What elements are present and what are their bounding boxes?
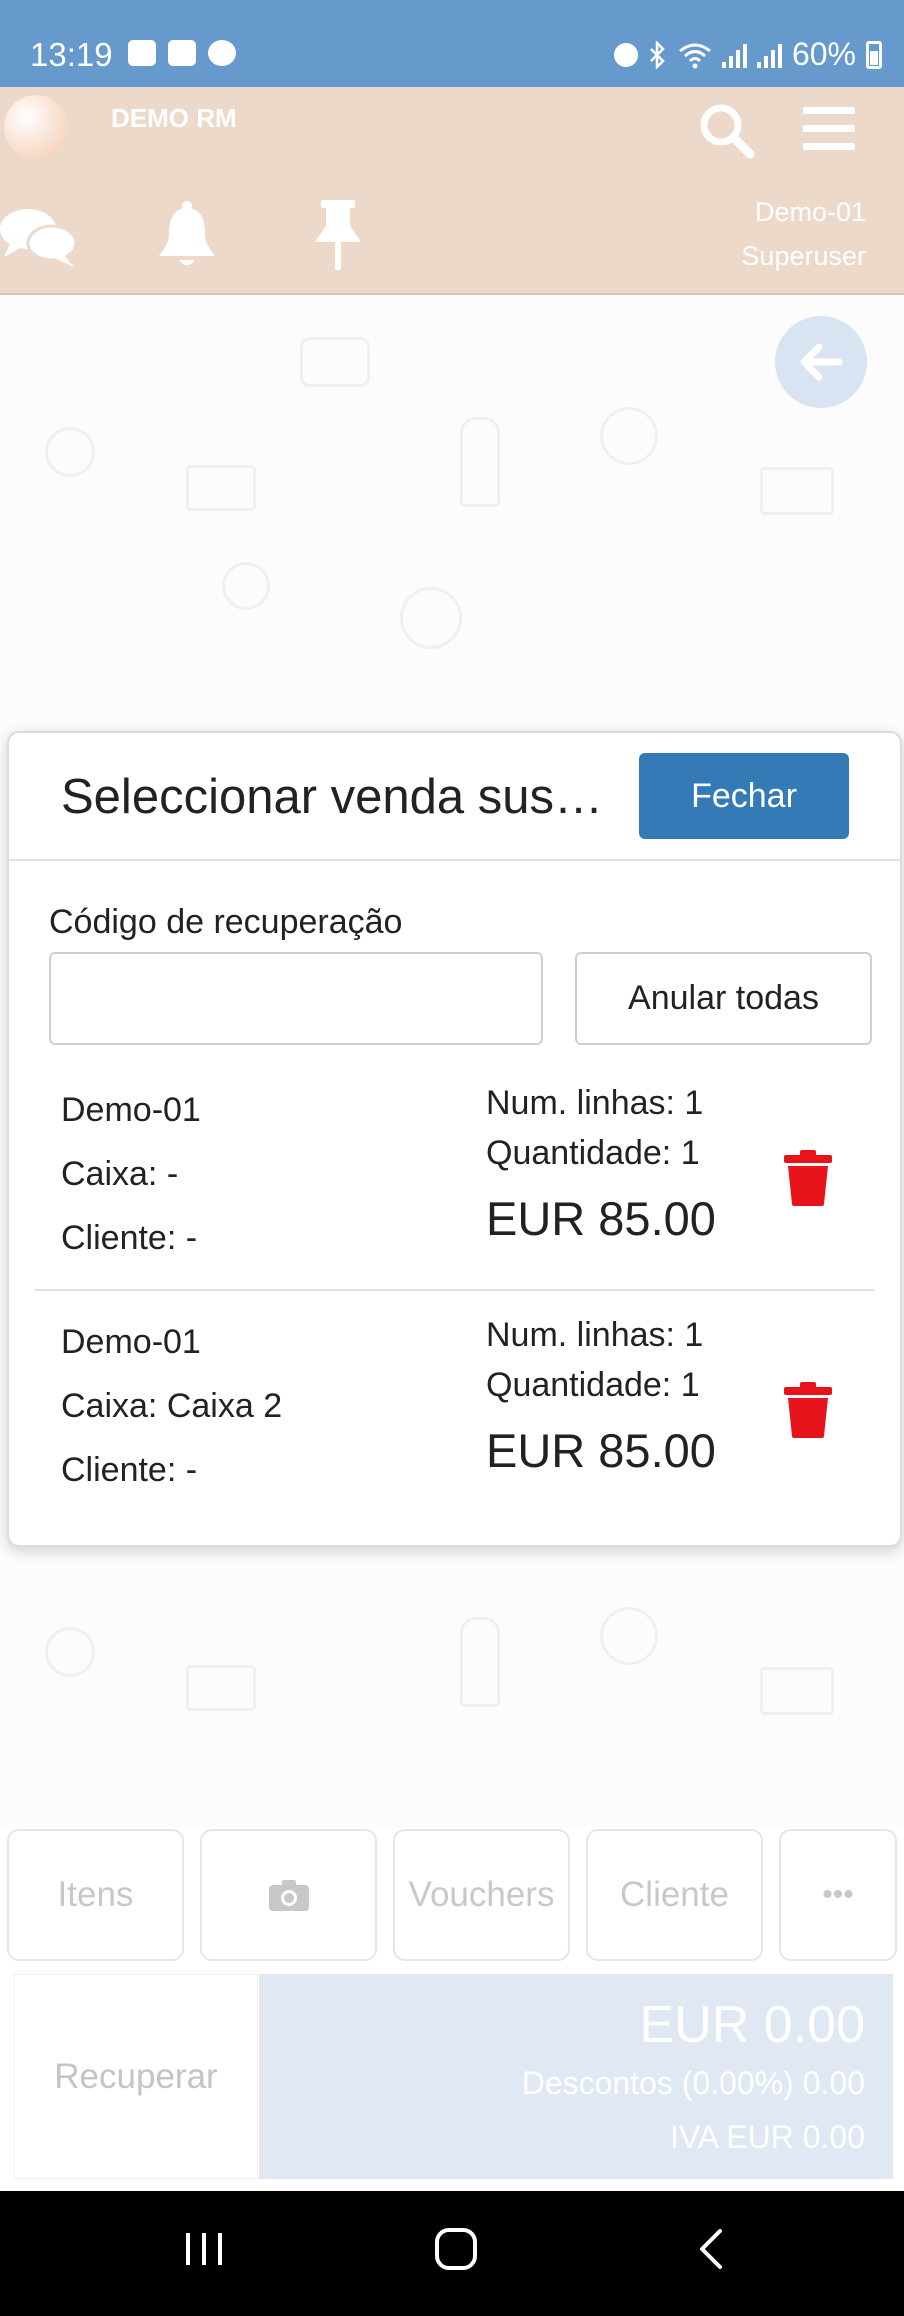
vouchers-button[interactable]: Vouchers: [393, 1829, 570, 1961]
back-button[interactable]: [775, 316, 867, 408]
wifi-icon: [679, 43, 711, 68]
status-bar: 13:19 60%: [0, 0, 904, 87]
sale-register: Caixa: Caixa 2: [61, 1387, 283, 1425]
sale-summary: Num. linhas: 1 Quantidade: 1 EUR 85.00: [486, 1310, 716, 1492]
total-amount: EUR 0.00: [639, 1996, 865, 2054]
sale-divider: [35, 1289, 874, 1291]
user-terminal: Demo-01: [754, 197, 866, 227]
alarm-icon: [613, 42, 638, 67]
status-time: 13:19: [30, 36, 113, 73]
youtube-icon: [168, 40, 196, 66]
sale-lines: Num. linhas: 1: [486, 1084, 704, 1122]
recovery-code-input[interactable]: [49, 952, 543, 1045]
sale-details: Demo-01 Caixa: Caixa 2 Cliente: -: [61, 1310, 282, 1502]
brand-name: DEMO RM: [111, 103, 237, 133]
user-role: Superuser: [741, 241, 866, 271]
home-icon[interactable]: [434, 2227, 478, 2271]
arrow-left-icon: [800, 343, 843, 381]
camera-icon: [268, 1880, 309, 1911]
recent-apps-icon[interactable]: [182, 2227, 226, 2271]
sale-client: Cliente: -: [61, 1219, 198, 1257]
sale-quantity: Quantidade: 1: [486, 1366, 700, 1404]
battery-icon: [866, 40, 882, 69]
back-nav-icon[interactable]: [690, 2227, 734, 2271]
suspended-sales-modal: Seleccionar venda suspensa Fechar Código…: [7, 731, 902, 1547]
sale-total: EUR 85.00: [486, 1424, 716, 1477]
gallery-icon: [128, 40, 156, 66]
cancel-all-button[interactable]: Anular todas: [575, 952, 872, 1045]
status-left-icons: [128, 40, 236, 66]
action-tabs: Itens Vouchers Cliente •••: [7, 1829, 897, 1961]
bell-icon[interactable]: [157, 200, 217, 270]
recover-button[interactable]: Recuperar: [14, 1974, 258, 2179]
sale-quantity: Quantidade: 1: [486, 1134, 700, 1172]
more-button[interactable]: •••: [779, 1829, 897, 1961]
client-button[interactable]: Cliente: [586, 1829, 763, 1961]
search-icon[interactable]: [697, 101, 755, 159]
totals-panel: EUR 0.00 Descontos (0.00%) 0.00 IVA EUR …: [259, 1974, 893, 2179]
sale-total: EUR 85.00: [486, 1192, 716, 1245]
chrome-icon: [208, 40, 236, 66]
sale-terminal: Demo-01: [61, 1091, 201, 1129]
items-button[interactable]: Itens: [7, 1829, 184, 1961]
trash-icon[interactable]: [784, 1150, 832, 1206]
app-header: DEMO RM Demo-01 Superuser: [0, 87, 904, 295]
recovery-code-label: Código de recuperação: [49, 903, 403, 941]
close-button[interactable]: Fechar: [639, 753, 849, 839]
chat-icon[interactable]: [0, 205, 78, 269]
sale-register: Caixa: -: [61, 1155, 179, 1193]
trash-icon[interactable]: [784, 1382, 832, 1438]
status-right-icons: 60%: [613, 36, 882, 73]
vat-line: IVA EUR 0.00: [669, 2119, 865, 2155]
battery-percent: 60%: [791, 36, 856, 72]
pin-icon[interactable]: [311, 200, 365, 272]
sale-summary: Num. linhas: 1 Quantidade: 1 EUR 85.00: [486, 1078, 716, 1260]
app-logo: [4, 95, 68, 159]
modal-title: Seleccionar venda suspensa: [61, 770, 616, 824]
bluetooth-icon: [650, 40, 665, 69]
system-nav-bar: [0, 2191, 904, 2316]
signal-icon: [721, 42, 747, 68]
sale-lines: Num. linhas: 1: [486, 1316, 704, 1354]
sale-details: Demo-01 Caixa: - Cliente: -: [61, 1078, 201, 1270]
modal-divider: [9, 859, 900, 861]
user-info: Demo-01 Superuser: [741, 190, 866, 278]
sale-client: Cliente: -: [61, 1451, 198, 1489]
camera-button[interactable]: [200, 1829, 377, 1961]
signal-icon: [756, 42, 782, 68]
suspended-sale-row[interactable]: Demo-01 Caixa: Caixa 2 Cliente: - Num. l…: [9, 1310, 900, 1542]
sale-terminal: Demo-01: [61, 1323, 201, 1361]
discounts-line: Descontos (0.00%) 0.00: [521, 2065, 865, 2101]
menu-icon[interactable]: [803, 105, 855, 153]
suspended-sale-row[interactable]: Demo-01 Caixa: - Cliente: - Num. linhas:…: [9, 1078, 900, 1310]
